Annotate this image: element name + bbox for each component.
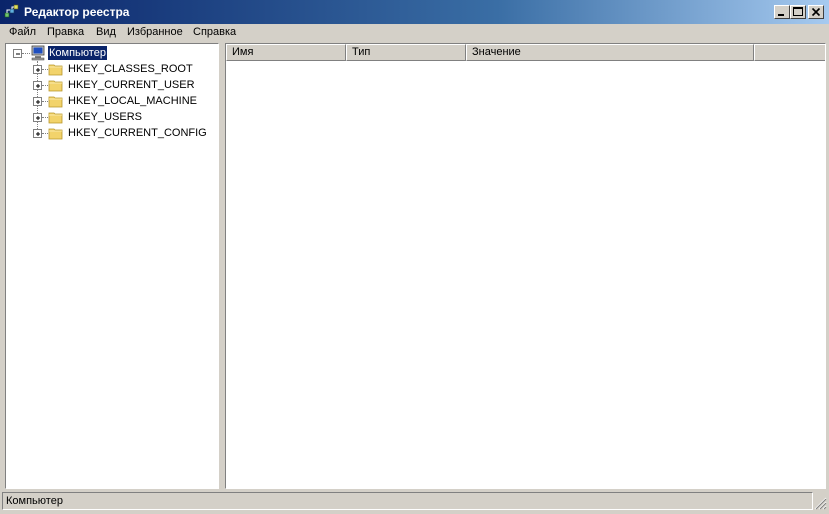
menu-bar: Файл Правка Вид Избранное Справка [0, 24, 829, 42]
column-header-type[interactable]: Тип [346, 44, 466, 61]
tree-item-hkcc[interactable]: HKEY_CURRENT_CONFIG [6, 125, 218, 141]
tree-label-hkcc: HKEY_CURRENT_CONFIG [68, 127, 207, 139]
key-tree[interactable]: Компьютер HKEY_CLASSES_ROOT HKEY_CURRENT… [5, 43, 219, 489]
window-title: Редактор реестра [24, 5, 130, 19]
close-button[interactable] [808, 5, 824, 19]
menu-help[interactable]: Справка [193, 26, 236, 38]
size-grip-icon[interactable] [813, 496, 827, 510]
status-bar: Компьютер [0, 491, 829, 514]
tree-label-computer: Компьютер [47, 45, 108, 61]
expand-icon[interactable] [33, 65, 42, 74]
tree-item-hkcr[interactable]: HKEY_CLASSES_ROOT [6, 61, 218, 77]
column-header-value[interactable]: Значение [466, 44, 754, 61]
computer-icon [30, 45, 46, 61]
maximize-icon [793, 7, 803, 16]
status-path: Компьютер [2, 492, 813, 510]
menu-favorites[interactable]: Избранное [127, 26, 183, 38]
menu-file[interactable]: Файл [9, 26, 36, 38]
regedit-window: Редактор реестра Файл Правка Вид Избранн… [0, 0, 829, 514]
tree-item-hku[interactable]: HKEY_USERS [6, 109, 218, 125]
expand-icon[interactable] [33, 81, 42, 90]
column-header-filler [754, 44, 825, 61]
expand-icon[interactable] [33, 97, 42, 106]
tree-label-hkcr: HKEY_CLASSES_ROOT [68, 63, 193, 75]
folder-icon [48, 109, 64, 125]
folder-icon [48, 77, 64, 93]
tree-connector [22, 53, 30, 55]
menu-edit[interactable]: Правка [47, 26, 84, 38]
expand-icon[interactable] [33, 113, 42, 122]
folder-icon [48, 93, 64, 109]
tree-item-computer[interactable]: Компьютер [6, 45, 218, 61]
close-icon [811, 7, 821, 17]
minimize-icon [778, 14, 784, 16]
expand-icon[interactable] [33, 129, 42, 138]
value-list[interactable]: Имя Тип Значение [225, 43, 826, 489]
tree-label-hkcu: HKEY_CURRENT_USER [68, 79, 195, 91]
menu-view[interactable]: Вид [96, 26, 116, 38]
folder-icon [48, 61, 64, 77]
tree-item-hklm[interactable]: HKEY_LOCAL_MACHINE [6, 93, 218, 109]
column-header-name[interactable]: Имя [226, 44, 346, 61]
tree-label-hklm: HKEY_LOCAL_MACHINE [68, 95, 197, 107]
title-bar[interactable]: Редактор реестра [0, 0, 829, 24]
list-header: Имя Тип Значение [226, 44, 825, 61]
tree-label-hku: HKEY_USERS [68, 111, 142, 123]
maximize-button[interactable] [790, 5, 806, 19]
folder-icon [48, 125, 64, 141]
minimize-button[interactable] [774, 5, 790, 19]
collapse-icon[interactable] [13, 49, 22, 58]
regedit-icon [4, 4, 20, 20]
tree-item-hkcu[interactable]: HKEY_CURRENT_USER [6, 77, 218, 93]
